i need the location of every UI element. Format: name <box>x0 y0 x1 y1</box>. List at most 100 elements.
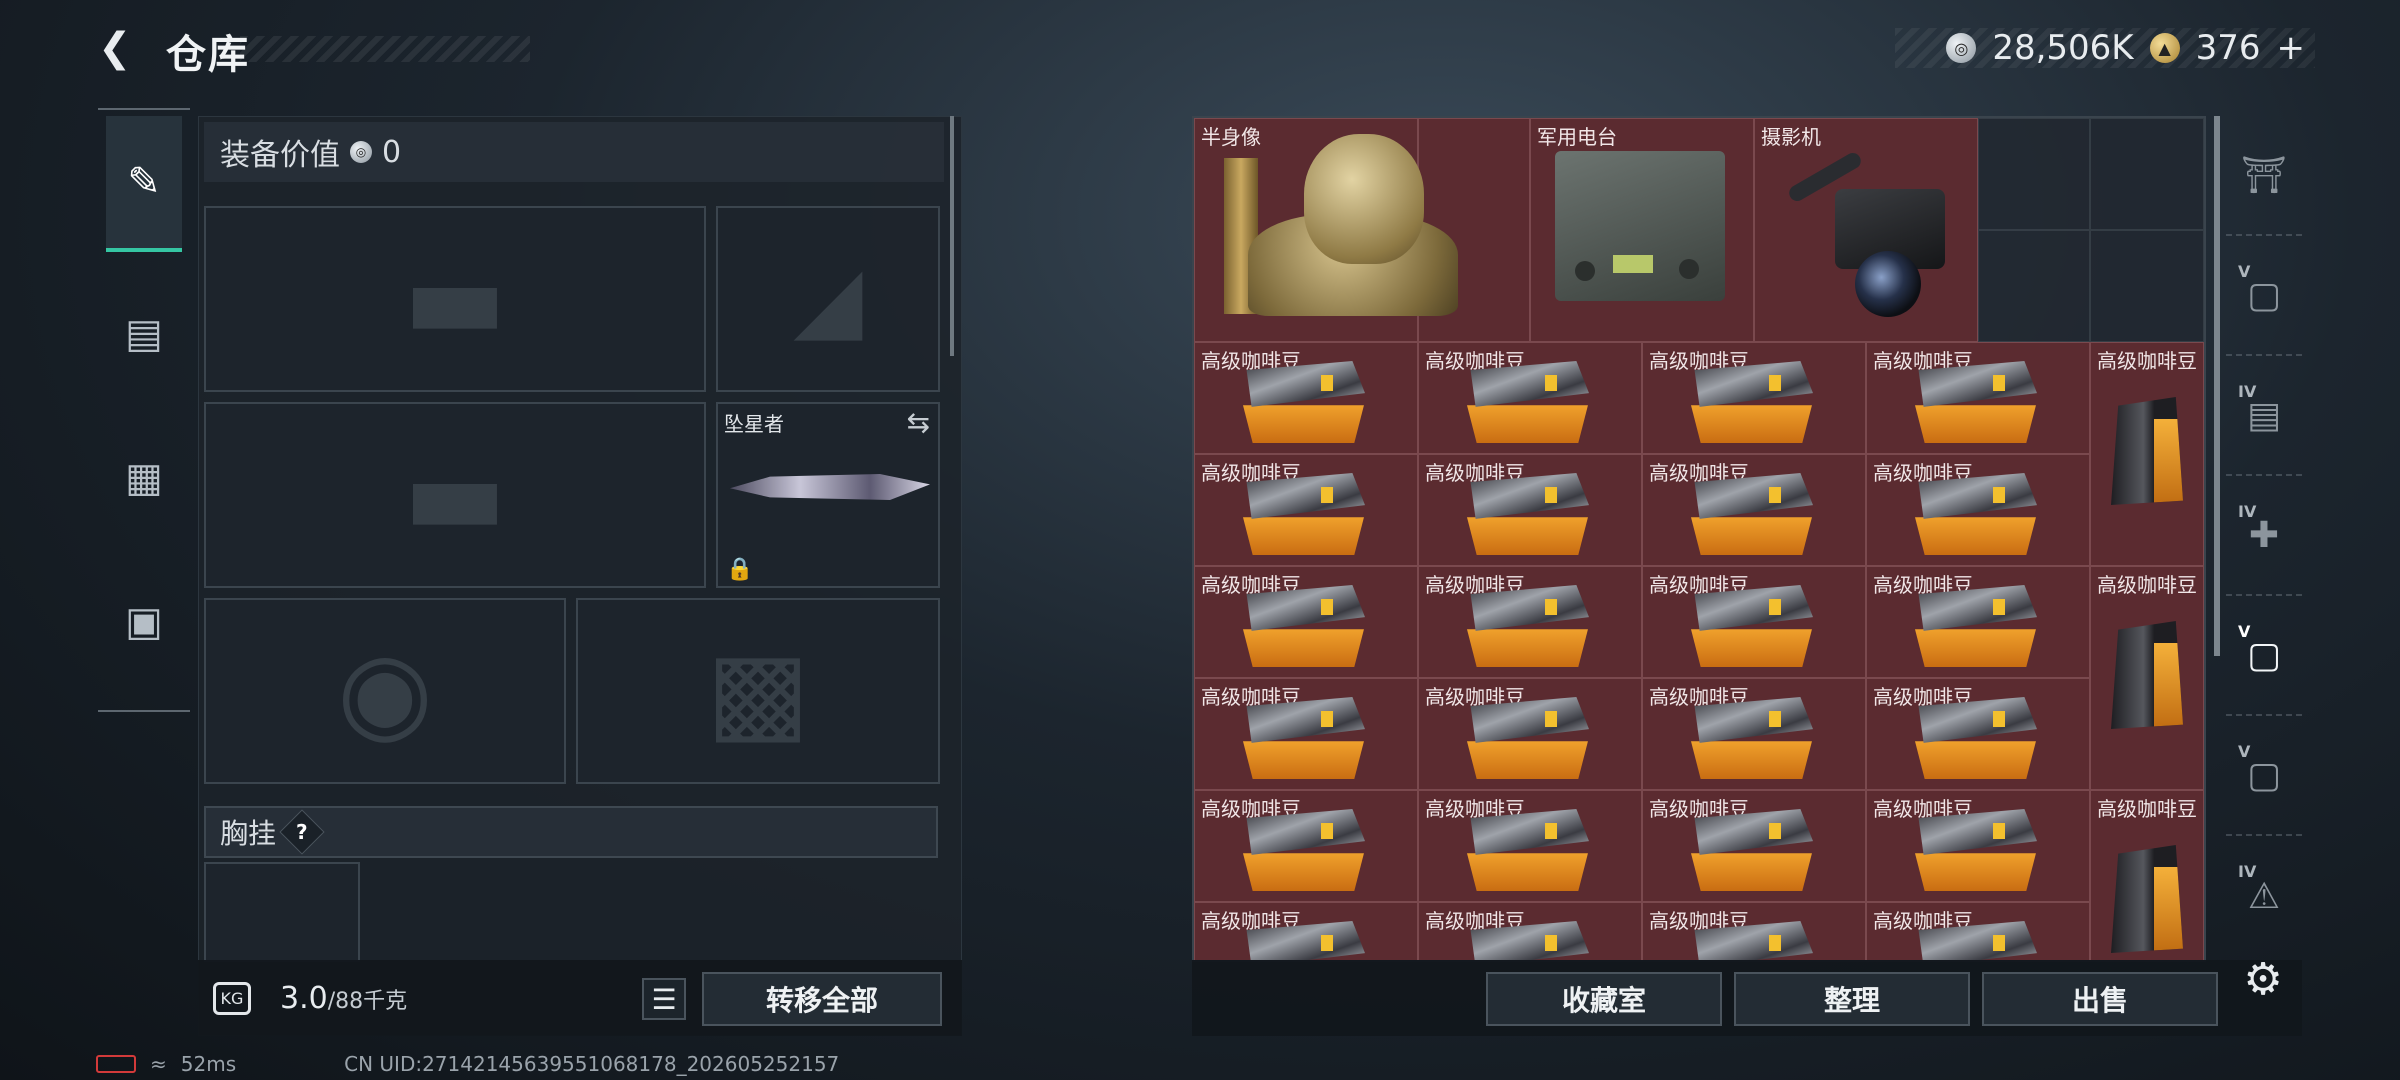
coffee-bag-image <box>1239 473 1365 555</box>
category-tab-warning-iv[interactable]: IV ⚠ <box>2226 836 2302 956</box>
item-coffee-beans[interactable]: 高级咖啡豆 <box>1866 902 2090 960</box>
side-tab-backpack[interactable]: ▤ <box>106 266 182 402</box>
coffee-bag-image <box>1239 921 1365 960</box>
melee-name: 坠星者 <box>724 412 784 436</box>
empty-slot[interactable] <box>1978 118 2090 230</box>
item-coffee-beans[interactable]: 高级咖啡豆 <box>1194 454 1418 566</box>
add-currency-button[interactable]: + <box>2277 28 2306 68</box>
category-tab-workbench-v-2[interactable]: V ▢ <box>2226 716 2302 836</box>
helmet-slot[interactable]: ◉ <box>204 598 566 784</box>
ping-value: 52ms <box>180 1052 237 1076</box>
swap-icon[interactable]: ⇆ <box>907 406 930 439</box>
side-tab-vest[interactable]: ▦ <box>106 410 182 546</box>
storage-action-bar: 收藏室 整理 出售 <box>1192 960 2302 1036</box>
item-camera[interactable]: 摄影机 <box>1754 118 1978 342</box>
chest-rig-slot[interactable] <box>204 862 360 962</box>
item-coffee-beans[interactable]: 高级咖啡豆 <box>1194 566 1418 678</box>
transfer-all-button[interactable]: 转移全部 <box>702 972 942 1026</box>
item-coffee-beans[interactable]: 高级咖啡豆 <box>1194 342 1418 454</box>
item-coffee-beans[interactable]: 高级咖啡豆 <box>1418 902 1642 960</box>
primary-weapon-slot[interactable]: ▬ <box>204 206 706 392</box>
sort-button[interactable]: 整理 <box>1734 972 1970 1026</box>
item-coffee-beans[interactable]: 高级咖啡豆 <box>1642 342 1866 454</box>
item-coffee-beans-large[interactable]: 高级咖啡豆 <box>2090 790 2204 960</box>
currency-bar: ◎ 28,506K ▲ 376 + <box>1895 28 2315 68</box>
rifle-silhouette-icon: ▬ <box>403 235 507 363</box>
side-tab-weapons[interactable]: ✎ <box>106 116 182 252</box>
item-coffee-beans[interactable]: 高级咖啡豆 <box>1642 454 1866 566</box>
lock-icon: 🔒 <box>726 557 754 582</box>
secondary-weapon-slot[interactable]: ▬ <box>204 402 706 588</box>
armor-slot[interactable]: ▩ <box>576 598 940 784</box>
list-view-button[interactable]: ☰ <box>642 978 686 1020</box>
coffee-bag-image <box>1463 473 1589 555</box>
category-tab-medical-iv[interactable]: IV ✚ <box>2226 476 2302 596</box>
item-coffee-beans[interactable]: 高级咖啡豆 <box>1418 342 1642 454</box>
briefcase-icon: ▣ <box>125 599 163 645</box>
item-coffee-beans[interactable]: 高级咖啡豆 <box>1418 678 1642 790</box>
camera-workbench-icon: ▢ <box>2246 274 2281 316</box>
help-icon[interactable]: ? <box>279 809 325 855</box>
coffee-bag-image <box>1463 809 1589 891</box>
safe-house-icon: ⛩ <box>2241 155 2287 196</box>
collection-room-button[interactable]: 收藏室 <box>1486 972 1722 1026</box>
chest-rig-label: 胸挂 <box>220 817 277 850</box>
item-coffee-beans[interactable]: 高级咖啡豆 <box>1194 790 1418 902</box>
item-coffee-beans[interactable]: 高级咖啡豆 <box>1866 566 2090 678</box>
backpack-icon: ▤ <box>125 311 163 357</box>
item-coffee-beans[interactable]: 高级咖啡豆 <box>1418 790 1642 902</box>
item-coffee-beans[interactable]: 高级咖啡豆 <box>1642 678 1866 790</box>
coffee-bag-image <box>1911 809 2037 891</box>
item-coffee-beans[interactable]: 高级咖啡豆 <box>1194 902 1418 960</box>
item-coffee-beans[interactable]: 高级咖啡豆 <box>1866 454 2090 566</box>
camera-image <box>1775 150 1975 317</box>
back-arrow-icon[interactable]: ❮ <box>98 26 142 70</box>
side-tab-toolbox[interactable]: ▣ <box>106 554 182 690</box>
helmet-silhouette-icon: ◉ <box>337 627 433 755</box>
sell-button[interactable]: 出售 <box>1982 972 2218 1026</box>
item-coffee-beans-large[interactable]: 高级咖啡豆 <box>2090 342 2204 566</box>
coffee-bag-image <box>1911 921 2037 960</box>
item-label: 高级咖啡豆 <box>2097 573 2197 597</box>
item-coffee-beans[interactable]: 高级咖啡豆 <box>1866 678 2090 790</box>
category-tab-workbench-v[interactable]: V ▢ <box>2226 236 2302 356</box>
category-tab-folder-iv[interactable]: IV ▤ <box>2226 356 2302 476</box>
melee-slot[interactable]: 坠星者 ⇆ 🔒 <box>716 402 940 588</box>
battery-icon <box>96 1055 136 1073</box>
silver-coin-icon: ◎ <box>1946 33 1977 63</box>
empty-slot[interactable] <box>2090 118 2204 230</box>
item-coffee-beans[interactable]: 高级咖啡豆 <box>1866 342 2090 454</box>
page-title: 仓库 <box>166 32 250 78</box>
coffee-bag-large-image <box>2111 845 2183 953</box>
category-tab-all[interactable]: ⛩ <box>2226 116 2302 236</box>
coffee-bag-large-image <box>2111 397 2183 505</box>
pistol-slot[interactable]: ◢ <box>716 206 940 392</box>
item-coffee-beans[interactable]: 高级咖啡豆 <box>1194 678 1418 790</box>
item-label: 高级咖啡豆 <box>2097 349 2197 373</box>
category-tab-workbench-v-active[interactable]: V ▢ <box>2226 596 2302 716</box>
loadout-side-tabs: ✎ ▤ ▦ ▣ <box>98 108 190 712</box>
loadout-scrollbar[interactable] <box>950 116 954 356</box>
coffee-bag-image <box>1911 585 2037 667</box>
gold-coin-icon: ▲ <box>2149 33 2180 63</box>
knife-image <box>730 474 930 500</box>
list-icon: ☰ <box>651 982 677 1016</box>
item-coffee-beans-large[interactable]: 高级咖啡豆 <box>2090 566 2204 790</box>
settings-gear-icon[interactable]: ⚙ <box>2236 952 2290 1006</box>
storage-scrollbar[interactable] <box>2214 116 2220 656</box>
equipment-value-amount: 0 <box>382 134 402 170</box>
item-coffee-beans[interactable]: 高级咖啡豆 <box>1642 566 1866 678</box>
item-coffee-beans[interactable]: 高级咖啡豆 <box>1642 902 1866 960</box>
item-coffee-beans[interactable]: 高级咖啡豆 <box>1418 454 1642 566</box>
empty-slot[interactable] <box>1978 230 2090 342</box>
item-coffee-beans[interactable]: 高级咖啡豆 <box>1642 790 1866 902</box>
coffee-bag-image <box>1239 585 1365 667</box>
empty-slot[interactable] <box>2090 230 2204 342</box>
coffee-bag-large-image <box>2111 621 2183 729</box>
item-coffee-beans[interactable]: 高级咖啡豆 <box>1418 566 1642 678</box>
item-coffee-beans[interactable]: 高级咖啡豆 <box>1866 790 2090 902</box>
equipment-value-label: 装备价值 <box>220 138 340 173</box>
coffee-bag-image <box>1463 585 1589 667</box>
coffee-bag-image <box>1239 697 1365 779</box>
item-military-radio[interactable]: 军用电台 <box>1530 118 1754 342</box>
